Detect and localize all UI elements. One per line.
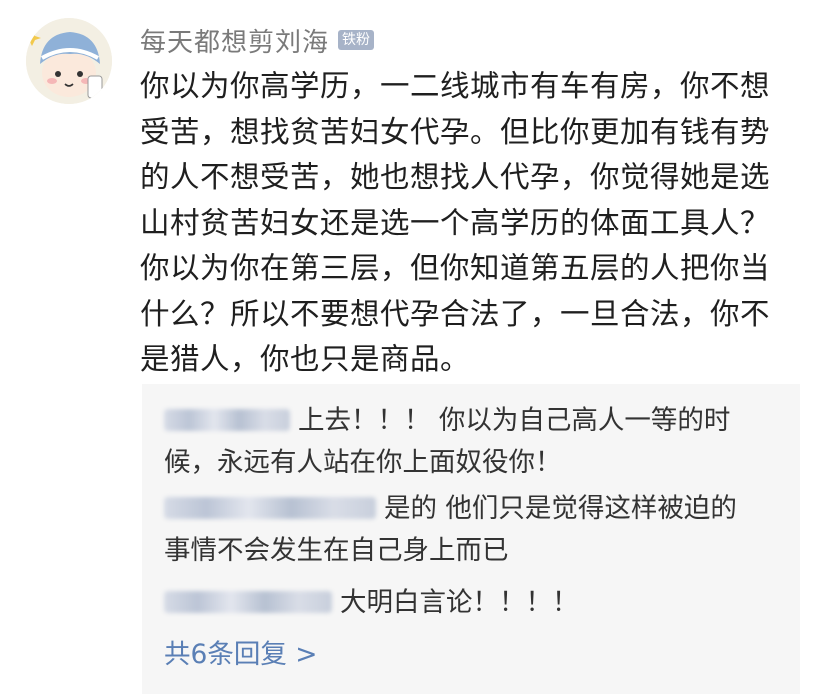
reply-item[interactable]: 是的 他们只是觉得这样被迫的 事情不会发生在自己身上而已 — [164, 488, 784, 572]
more-replies-link[interactable]: 共6条回复 > — [164, 632, 318, 671]
blurred-username — [164, 408, 290, 431]
reply-item[interactable]: 大明白言论！！！！ — [164, 582, 784, 624]
comment-text: 你以为你高学历，一二线城市有车有房，你不想 受苦，想找贫苦妇女代孕。但比你更加有… — [140, 69, 771, 376]
avatar[interactable] — [26, 18, 112, 104]
fan-badge: 铁粉 — [338, 30, 375, 50]
comment-header: 每天都想剪刘海 铁粉 — [140, 22, 375, 59]
replies-panel: 上去！！！ 你以为自己高人一等的时 候，永远有人站在你上面奴役你！ 是的 他们只… — [142, 384, 800, 694]
reply-item[interactable]: 上去！！！ 你以为自己高人一等的时 候，永远有人站在你上面奴役你！ — [164, 400, 784, 484]
avatar-illustration — [26, 18, 112, 104]
blurred-username — [164, 590, 332, 613]
username[interactable]: 每天都想剪刘海 — [140, 22, 329, 59]
reply-text: 大明白言论！！！！ — [340, 587, 579, 618]
blurred-username — [164, 496, 376, 519]
comment-card: 每天都想剪刘海 铁粉 你以为你高学历，一二线城市有车有房，你不想 受苦，想找贫苦… — [0, 0, 828, 694]
